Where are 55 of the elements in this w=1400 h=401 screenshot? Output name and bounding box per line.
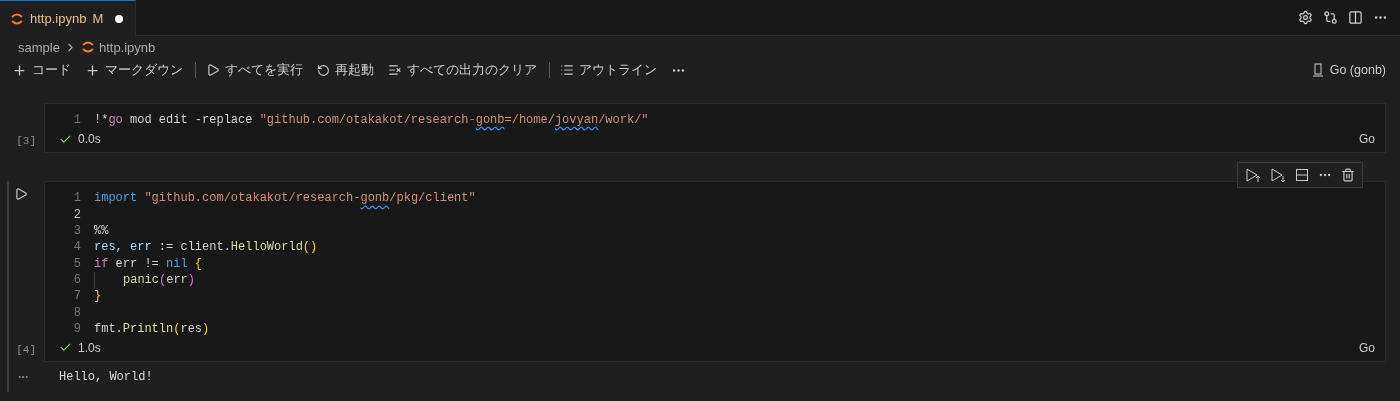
code-line: } (94, 289, 102, 304)
code-line: fmt.Println(res) (94, 321, 210, 336)
unsaved-dot (115, 14, 124, 23)
notebook-icon (80, 40, 95, 54)
settings-icon[interactable] (1298, 10, 1313, 25)
line-number: 7 (72, 289, 81, 304)
execution-count: [4] (16, 343, 36, 356)
cell-output: Hello, World! (59, 369, 153, 384)
plus-icon (85, 62, 100, 78)
code-line: if err != nil { (94, 256, 203, 271)
delete-icon[interactable] (1341, 168, 1355, 183)
add-button[interactable]: マークダウン (85, 61, 183, 79)
line-number: 5 (72, 256, 81, 271)
compare-icon[interactable] (1323, 10, 1338, 25)
code-cell[interactable]: 1 !*go mod edit -replace "github.com/otakakot/research-gonb=/home/jovyan/work/" 0.0s Go (44, 103, 1386, 154)
line-number: 4 (72, 240, 81, 255)
list-icon (560, 63, 574, 77)
language-label[interactable]: Go (1359, 340, 1375, 355)
add-button[interactable]: コード (12, 61, 71, 79)
split-cell-icon[interactable] (1295, 168, 1309, 183)
notebook-icon (10, 11, 24, 26)
code-cell[interactable]: 1 import "github.com/otakakot/research-gonb/pkg/client" 2 3 %% 4 res, err := client.HelloWorld() 5 if err != nil { 6 panic(err) 7 } 8 9 fmt.Println(res) 1.0s Go (44, 181, 1386, 362)
run-cell-icon[interactable] (14, 187, 28, 202)
split-editor-icon[interactable] (1348, 10, 1363, 25)
breadcrumb-item[interactable]: sample (18, 39, 60, 55)
restart-icon (317, 63, 330, 77)
line-number: 1 (72, 113, 81, 128)
code-line: panic(err) (123, 272, 196, 287)
line-number: 1 (72, 191, 81, 206)
plus-icon (12, 62, 27, 78)
execution-count: [3] (16, 135, 36, 148)
execution-time: 1.0s (78, 340, 101, 355)
outline-button[interactable]: アウトライン (560, 61, 657, 79)
code-line: res, err := client.HelloWorld() (94, 240, 318, 255)
code-line: !*go mod edit -replace "github.com/otakakot/research-gonb=/home/jovyan/work/" (94, 113, 649, 128)
line-number: 8 (72, 305, 81, 320)
server-icon (1310, 63, 1325, 77)
kernel-picker[interactable]: Go (gonb) (1310, 63, 1386, 77)
language-label[interactable]: Go (1359, 132, 1375, 147)
run-icon (206, 63, 220, 77)
breadcrumb-item[interactable]: http.ipynb (98, 39, 156, 55)
line-number: 6 (72, 272, 81, 287)
execution-time: 0.0s (78, 132, 101, 147)
run-above-icon[interactable] (1245, 167, 1261, 184)
code-line: %% (94, 224, 109, 239)
run-all-button[interactable]: すべてを実行 (206, 61, 303, 79)
line-number: 9 (72, 321, 81, 336)
clear-icon (388, 63, 402, 77)
code-line: import "github.com/otakakot/research-gonb/pkg/client" (94, 191, 476, 206)
clear-outputs-button[interactable]: すべての出力のクリア (388, 61, 537, 79)
restart-button[interactable]: 再起動 (317, 61, 374, 79)
line-number: 2 (72, 207, 81, 222)
editor-tab[interactable]: http.ipynb M (0, 0, 137, 36)
run-below-icon[interactable] (1270, 167, 1286, 184)
line-number: 3 (72, 224, 81, 239)
